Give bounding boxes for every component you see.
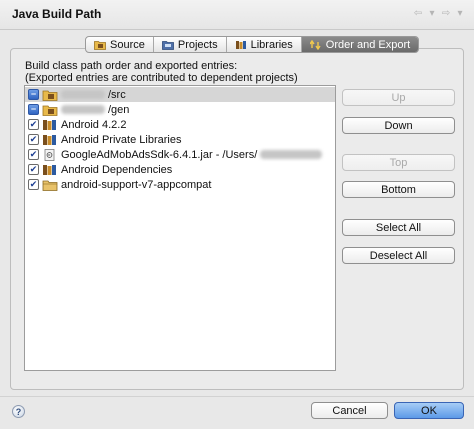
title-bar: Java Build Path ⇦ ▾ ⇨ ▾ [0,0,474,30]
library-icon [43,134,56,145]
tab-libraries-label: Libraries [250,38,293,51]
redacted-project-name [61,90,105,99]
library-icon [43,119,56,130]
source-folder-icon [94,40,106,50]
project-folder-icon [42,180,58,191]
history-navigation: ⇦ ▾ ⇨ ▾ [412,8,466,19]
select-all-button[interactable]: Select All [342,219,455,236]
entry-label: android-support-v7-appcompat [61,178,212,191]
source-folder-icon [42,90,58,101]
down-button[interactable]: Down [342,117,455,134]
help-icon[interactable]: ? [12,405,25,418]
tab-source[interactable]: Source [86,37,154,52]
list-item[interactable]: ✔ Android 4.2.2 [25,117,335,132]
bottom-button[interactable]: Bottom [342,181,455,198]
export-checkbox[interactable]: ✔ [28,164,39,175]
export-checkbox[interactable]: ✔ [28,119,39,130]
back-dropdown-icon[interactable]: ▾ [426,8,438,19]
export-checkbox[interactable]: ✔ [28,149,39,160]
description-line-2: (Exported entries are contributed to dep… [25,72,298,84]
libraries-icon [235,40,246,49]
source-folder-icon [42,105,58,116]
window-title: Java Build Path [12,7,102,21]
jar-icon [44,148,55,161]
tab-source-label: Source [110,38,145,51]
description: Build class path order and exported entr… [25,60,298,84]
list-item[interactable]: − /src [25,87,335,102]
entry-label: /src [108,88,126,101]
entry-label: /gen [108,103,130,116]
list-item[interactable]: ✔ android-support-v7-appcompat [25,177,335,192]
list-item[interactable]: ✔ GoogleAdMobAdsSdk-6.4.1.jar - /Users/ [25,147,335,162]
forward-dropdown-icon[interactable]: ▾ [454,8,466,19]
deselect-all-button[interactable]: Deselect All [342,247,455,264]
redacted-project-name [61,105,105,114]
export-checkbox[interactable]: − [28,89,39,100]
entry-label: Android 4.2.2 [61,118,127,131]
tab-order-and-export-label: Order and Export [325,38,411,51]
export-checkbox[interactable]: ✔ [28,179,39,190]
ok-button[interactable]: OK [394,402,464,419]
cancel-button[interactable]: Cancel [311,402,388,419]
tab-order-and-export[interactable]: Order and Export [301,37,419,52]
list-item[interactable]: − /gen [25,102,335,117]
description-line-1: Build class path order and exported entr… [25,60,238,72]
redacted-user-path [260,150,323,159]
classpath-entry-list[interactable]: − /src − /gen ✔ Android 4.2.2 ✔ Android … [24,85,336,371]
tab-projects-label: Projects [177,38,218,51]
footer-divider [0,396,474,397]
entry-label: GoogleAdMobAdsSdk-6.4.1.jar - /Users/ [61,148,258,161]
forward-arrow-icon[interactable]: ⇨ [440,8,452,19]
up-button[interactable]: Up [342,89,455,106]
order-export-icon [309,39,321,50]
export-checkbox[interactable]: ✔ [28,134,39,145]
projects-icon [161,40,174,50]
list-item[interactable]: ✔ Android Dependencies [25,162,335,177]
entry-label: Android Private Libraries [61,133,182,146]
tab-projects[interactable]: Projects [154,37,227,52]
list-item[interactable]: ✔ Android Private Libraries [25,132,335,147]
tab-bar: Source Projects Libraries Order and Expo… [85,36,420,53]
export-checkbox[interactable]: − [28,104,39,115]
top-button[interactable]: Top [342,154,455,171]
library-icon [43,164,56,175]
back-arrow-icon[interactable]: ⇦ [412,8,424,19]
entry-label: Android Dependencies [61,163,173,176]
tab-libraries[interactable]: Libraries [227,37,302,52]
